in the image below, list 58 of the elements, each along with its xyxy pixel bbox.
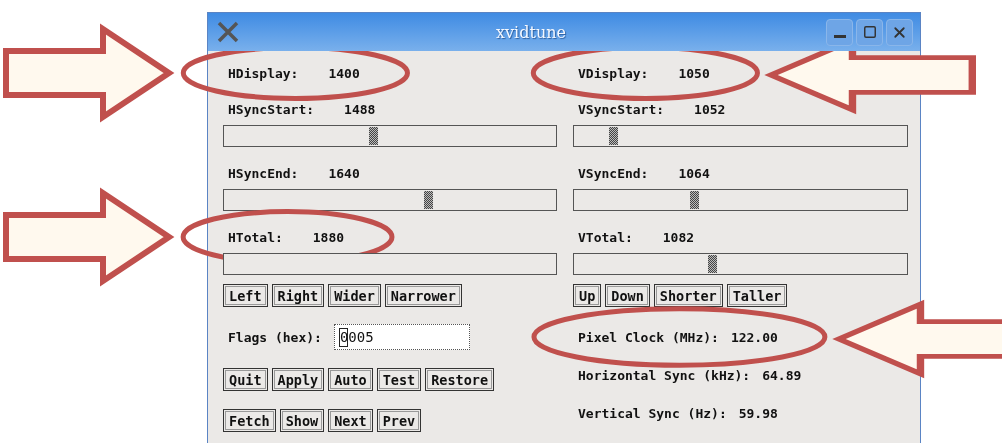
parameter-value: 1052 — [694, 101, 726, 117]
parameter-label: HDisplay: — [228, 65, 299, 81]
parameter-label: VDisplay: — [578, 65, 649, 81]
slider-track[interactable] — [223, 125, 557, 147]
parameter-label: HSyncStart: — [228, 101, 315, 117]
close-button[interactable] — [886, 18, 913, 46]
adjust-button[interactable]: Taller — [726, 284, 788, 307]
parameter-value: 1064 — [678, 165, 710, 181]
slider-track[interactable] — [223, 189, 557, 211]
slider-track[interactable] — [573, 189, 908, 211]
parameter-label: VSyncEnd: — [578, 165, 649, 181]
readout-label: Horizontal Sync (kHz): — [578, 367, 751, 383]
adjust-button[interactable]: Narrower — [384, 284, 462, 307]
action-button[interactable]: Quit — [223, 368, 268, 391]
readout-label: Pixel Clock (MHz): — [578, 329, 719, 345]
minimize-button[interactable] — [826, 18, 853, 46]
slider-thumb[interactable] — [689, 191, 699, 209]
readout-value: 59.98 — [738, 405, 778, 421]
action-button[interactable]: Fetch — [223, 409, 276, 432]
parameter-value: 1400 — [328, 65, 360, 81]
adjust-button[interactable]: Wider — [328, 284, 381, 307]
action-button[interactable]: Next — [328, 409, 373, 432]
slider-track[interactable] — [573, 125, 908, 147]
window-title: xvidtune — [495, 22, 567, 42]
flags-label: Flags (hex): — [228, 329, 322, 345]
slider-thumb[interactable] — [369, 127, 379, 145]
action-button[interactable]: Restore — [425, 368, 495, 391]
parameter-value: 1488 — [344, 101, 376, 117]
minimize-icon — [833, 34, 846, 38]
slider-track[interactable] — [223, 253, 557, 275]
adjust-button[interactable]: Shorter — [653, 284, 723, 307]
slider-track[interactable] — [573, 253, 908, 275]
adjust-button[interactable]: Up — [573, 284, 602, 307]
action-button[interactable]: Auto — [328, 368, 373, 391]
parameter-label: VSyncStart: — [578, 101, 665, 117]
parameter-value: 1640 — [328, 165, 360, 181]
x-logo-icon — [217, 21, 239, 43]
readout-label: Vertical Sync (Hz): — [578, 405, 727, 421]
readout-value: 64.89 — [762, 367, 802, 383]
parameter-value: 1050 — [678, 65, 710, 81]
action-button[interactable]: Test — [376, 368, 422, 391]
parameter-value: 1082 — [662, 229, 695, 245]
slider-thumb[interactable] — [424, 191, 434, 209]
slider-thumb[interactable] — [609, 127, 619, 145]
slider-thumb[interactable] — [707, 255, 717, 273]
adjust-button[interactable]: Left — [223, 284, 268, 307]
maximize-icon — [862, 25, 877, 39]
readout-value: 122.00 — [730, 329, 778, 345]
action-button[interactable]: Prev — [376, 409, 422, 432]
parameter-label: HTotal: — [228, 229, 283, 245]
action-button[interactable]: Apply — [271, 368, 325, 391]
adjust-button[interactable]: Down — [605, 284, 650, 307]
parameter-label: HSyncEnd: — [228, 165, 299, 181]
maximize-button[interactable] — [856, 18, 883, 46]
adjust-button[interactable]: Right — [271, 284, 325, 307]
parameter-label: VTotal: — [578, 229, 633, 245]
action-button[interactable]: Show — [279, 409, 325, 432]
parameter-value: 1880 — [312, 229, 345, 245]
